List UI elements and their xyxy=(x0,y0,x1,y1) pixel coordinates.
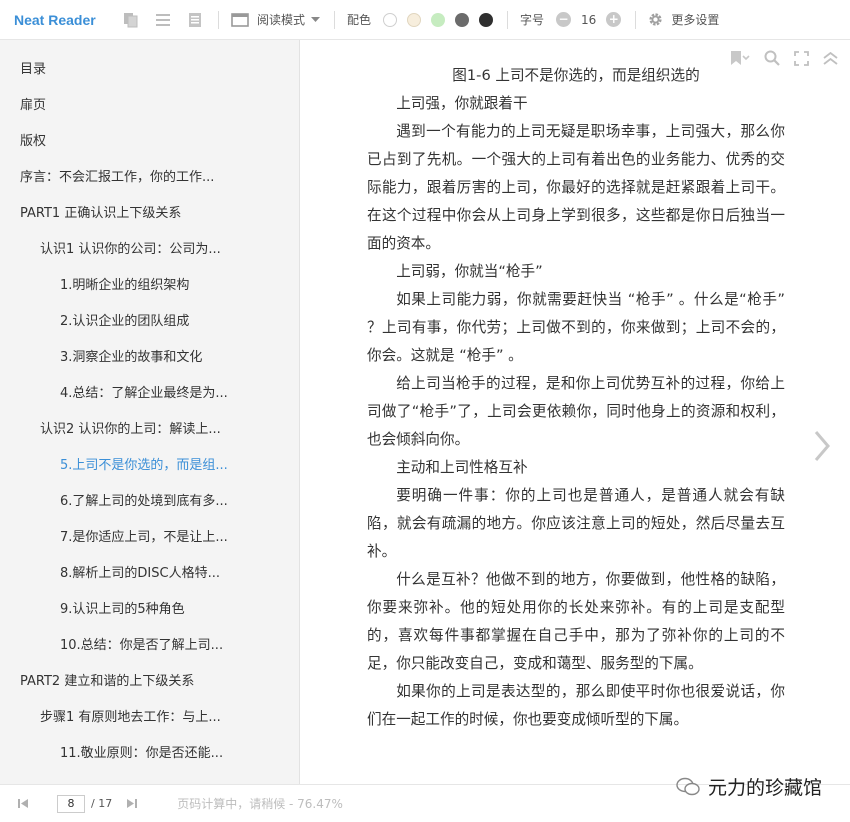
paragraph: 要明确一件事：你的上司也是普通人，是普通人就会有缺陷，就会有疏漏的地方。你应该注… xyxy=(367,487,785,560)
color-scheme-label: 配色 xyxy=(347,13,372,27)
pagination-status: 页码计算中，请稍候 - 76.47% xyxy=(177,797,343,811)
next-page-icon[interactable] xyxy=(814,430,830,466)
copy-icon[interactable] xyxy=(122,11,140,29)
watermark-text: 元力的珍藏馆 xyxy=(707,777,822,799)
toc-item[interactable]: 认识1 认识你的公司：公司为... xyxy=(0,238,299,262)
toc-item[interactable]: 4.总结：了解企业最终是为... xyxy=(0,382,299,406)
fullscreen-icon[interactable] xyxy=(794,50,809,66)
page-total: / 17 xyxy=(91,797,113,810)
toc-item[interactable]: 版权 xyxy=(0,130,299,154)
paragraph: 如果上司能力弱，你就需要赶快当 “枪手” 。什么是“枪手” ？上司有事，你代劳；… xyxy=(367,291,785,364)
toc-item[interactable]: 11.敬业原则：你是否还能... xyxy=(0,742,299,766)
paragraph: 给上司当枪手的过程，是和你上司优势互补的过程，你给上司做了“枪手”了，上司会更依… xyxy=(367,375,785,448)
first-page-icon[interactable] xyxy=(18,798,29,809)
chat-bubble-icon xyxy=(676,777,700,797)
app-brand: Neat Reader xyxy=(14,11,96,28)
paragraph: 上司弱，你就当“枪手” xyxy=(396,263,543,280)
color-swatch-green[interactable] xyxy=(431,12,446,27)
toc-sidebar: 目录 扉页 版权 序言：不会汇报工作，你的工作... PART1 正确认识上下级… xyxy=(0,40,300,784)
paragraph: 遇到一个有能力的上司无疑是职场幸事，上司强大，那么你已占到了先机。一个强大的上司… xyxy=(367,123,785,252)
paragraph: 主动和上司性格互补 xyxy=(396,459,528,476)
toolbar-divider xyxy=(218,10,219,29)
more-settings-button[interactable]: 更多设置 xyxy=(648,11,719,28)
document-icon[interactable] xyxy=(186,11,204,29)
last-page-icon[interactable] xyxy=(126,798,138,809)
paragraph: 如果你的上司是表达型的，那么即使平时你也很爱说话，你们在一起工作的时候，你也要变… xyxy=(367,683,785,728)
toc-item[interactable]: 9.认识上司的5种角色 xyxy=(0,598,299,622)
toc-item[interactable]: 7.是你适应上司，不是让上... xyxy=(0,526,299,550)
color-swatch-sepia[interactable] xyxy=(407,12,422,27)
toc-item[interactable]: 6.了解上司的处境到底有多... xyxy=(0,490,299,514)
toc-item[interactable]: 步骤1 有原则地去工作：与上... xyxy=(0,706,299,730)
toc-item[interactable]: 扉页 xyxy=(0,94,299,118)
font-size-label: 字号 xyxy=(520,13,545,27)
color-swatch-white[interactable] xyxy=(383,12,398,27)
list-icon[interactable] xyxy=(154,11,172,29)
color-swatch-gray[interactable] xyxy=(455,12,470,27)
more-settings-label: 更多设置 xyxy=(671,13,720,27)
toc-item[interactable]: 8.解析上司的DISC人格特... xyxy=(0,562,299,586)
toolbar-divider xyxy=(635,10,637,29)
gear-icon xyxy=(648,12,663,27)
page-number-input[interactable]: 8 xyxy=(57,794,85,813)
top-toolbar: Neat Reader 阅读模式 配色 字号 − 16 + 更多设置 xyxy=(0,0,850,40)
toc-item-active[interactable]: 5.上司不是你选的，而是组... xyxy=(0,454,299,478)
color-swatch-dark[interactable] xyxy=(479,12,494,27)
toolbar-divider xyxy=(507,10,509,29)
font-size-value: 16 xyxy=(581,12,597,27)
read-mode-dropdown[interactable]: 阅读模式 xyxy=(231,11,321,29)
book-content: 图1-6 上司不是你选的，而是组织选的 上司强，你就跟着干 遇到一个有能力的上司… xyxy=(367,62,785,734)
toc-item[interactable]: 3.洞察企业的故事和文化 xyxy=(0,346,299,370)
toc-item[interactable]: 10.总结：你是否了解上司... xyxy=(0,634,299,658)
toc-item[interactable]: 2.认识企业的团队组成 xyxy=(0,310,299,334)
chevron-down-icon xyxy=(311,16,321,23)
font-size-increase-button[interactable]: + xyxy=(606,12,622,27)
read-mode-label: 阅读模式 xyxy=(257,13,306,27)
toc-item[interactable]: 认识2 认识你的上司：解读上... xyxy=(0,418,299,442)
toc-item[interactable]: 1.明晰企业的组织架构 xyxy=(0,274,299,298)
font-size-decrease-button[interactable]: − xyxy=(556,12,572,27)
reading-pane: 图1-6 上司不是你选的，而是组织选的 上司强，你就跟着干 遇到一个有能力的上司… xyxy=(300,40,850,784)
figure-caption: 图1-6 上司不是你选的，而是组织选的 xyxy=(452,67,700,84)
monitor-icon xyxy=(231,11,249,29)
toc-item[interactable]: 序言：不会汇报工作，你的工作... xyxy=(0,166,299,190)
paragraph: 什么是互补？他做不到的地方，你要做到，他性格的缺陷，你要来弥补。他的短处用你的长… xyxy=(367,571,785,672)
toc-item[interactable]: PART2 建立和谐的上下级关系 xyxy=(0,670,299,694)
watermark: 元力的珍藏馆 xyxy=(676,773,822,800)
toc-item[interactable]: PART1 正确认识上下级关系 xyxy=(0,202,299,226)
collapse-up-icon[interactable] xyxy=(823,51,838,65)
toolbar-divider xyxy=(334,10,336,29)
paragraph: 上司强，你就跟着干 xyxy=(396,95,528,112)
toc-item[interactable]: 目录 xyxy=(0,58,299,82)
